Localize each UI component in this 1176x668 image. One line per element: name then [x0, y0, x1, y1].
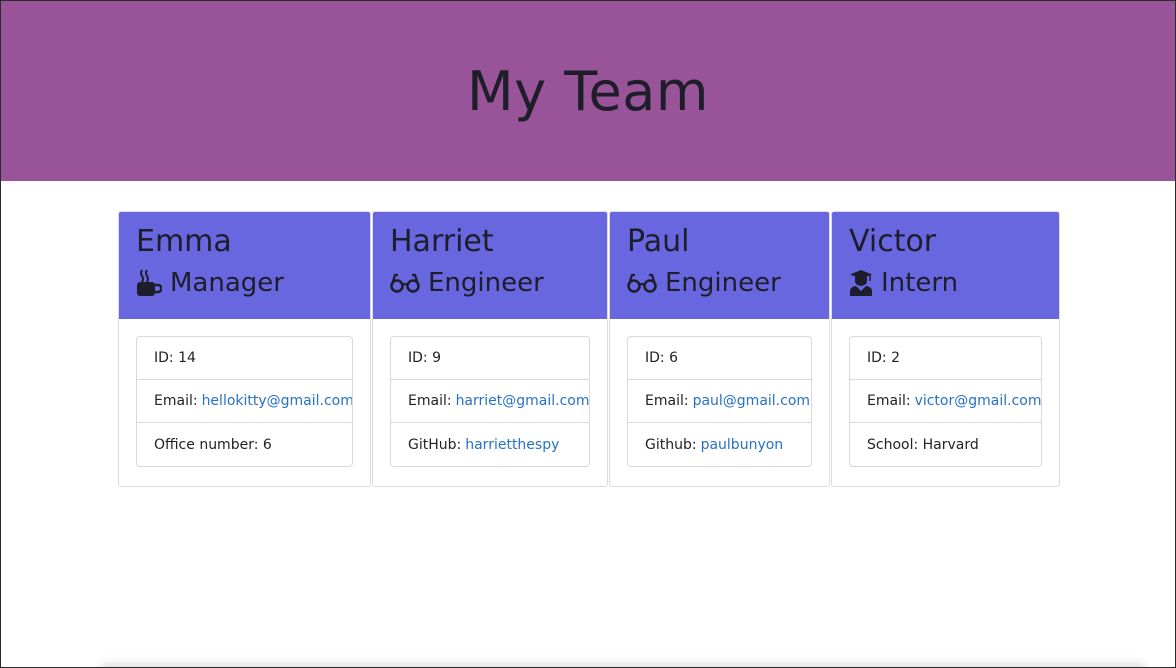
page-title: My Team — [467, 59, 709, 123]
employee-role-label: Manager — [170, 268, 284, 298]
card-header: Harriet Engineer — [373, 212, 607, 319]
employee-role-label: Intern — [881, 268, 959, 298]
employee-card-paul: Paul Engineer ID: 6 Email: paul@gmail.co… — [609, 211, 830, 487]
card-header: Paul Engineer — [610, 212, 829, 319]
employee-name: Paul — [627, 224, 690, 259]
id-value: 6 — [669, 350, 679, 366]
id-label: ID: — [408, 350, 428, 366]
email-label: Email: — [154, 393, 198, 409]
office-number-row: Office number: 6 — [137, 423, 352, 466]
email-link[interactable]: hellokitty@gmail.com — [202, 393, 352, 409]
github-link[interactable]: harrietthespy — [465, 437, 559, 453]
email-row: Email: victor@gmail.com — [850, 380, 1041, 423]
github-link[interactable]: paulbunyon — [701, 437, 784, 453]
card-header: Victor Intern — [832, 212, 1059, 319]
card-body: ID: 9 Email: harriet@gmail.com GitHub: har… — [373, 319, 607, 467]
email-row: Email: paul@gmail.com — [628, 380, 811, 423]
github-row: GitHub: harrietthespy — [391, 423, 589, 466]
id-row: ID: 6 — [628, 337, 811, 380]
employee-card-harriet: Harriet Engineer ID: 9 Email: harriet@gm… — [372, 211, 608, 487]
employee-name: Harriet — [390, 224, 494, 259]
glasses-icon — [390, 273, 420, 293]
employee-role-label: Engineer — [665, 268, 781, 298]
github-label: Github: — [645, 436, 697, 453]
details-list: ID: 6 Email: paul@gmail.com Github: paulbu… — [627, 336, 812, 467]
glasses-icon — [627, 273, 657, 293]
email-label: Email: — [408, 393, 452, 409]
employee-card-emma: Emma Manager ID: 14 Email: hellokitty@gm… — [118, 211, 371, 487]
office-number-label: Office number: — [154, 436, 259, 453]
email-label: Email: — [867, 393, 911, 409]
email-link[interactable]: victor@gmail.com — [915, 393, 1041, 409]
id-label: ID: — [645, 350, 665, 366]
employee-name: Victor — [849, 224, 937, 259]
email-link[interactable]: harriet@gmail.com — [456, 393, 589, 409]
github-row: Github: paulbunyon — [628, 423, 811, 466]
coffee-mug-icon — [137, 269, 162, 296]
employee-role-label: Engineer — [428, 268, 544, 298]
page-frame: My Team Emma Manager ID: 14 Email: hello… — [0, 0, 1176, 668]
page-header: My Team — [1, 1, 1175, 181]
employee-role: Engineer — [627, 263, 812, 303]
employee-role: Intern — [849, 263, 1042, 303]
github-label: GitHub: — [408, 436, 462, 453]
team-cards: Emma Manager ID: 14 Email: hellokitty@gm… — [118, 211, 1061, 487]
graduate-icon — [850, 270, 872, 296]
email-link[interactable]: paul@gmail.com — [693, 393, 810, 409]
card-body: ID: 2 Email: victor@gmail.com School: Har… — [832, 319, 1059, 467]
employee-role: Manager — [136, 263, 353, 303]
employee-card-victor: Victor Intern ID: 2 Email: victor@gmail.… — [831, 211, 1060, 487]
id-row: ID: 9 — [391, 337, 589, 380]
card-body: ID: 6 Email: paul@gmail.com Github: paulbu… — [610, 319, 829, 467]
school-value: Harvard — [922, 436, 979, 453]
employee-name: Emma — [136, 224, 232, 259]
card-header: Emma Manager — [119, 212, 370, 319]
details-list: ID: 14 Email: hellokitty@gmail.com Office… — [136, 336, 353, 467]
bottom-shadow — [101, 659, 1145, 667]
id-row: ID: 2 — [850, 337, 1041, 380]
id-label: ID: — [867, 350, 887, 366]
id-label: ID: — [154, 350, 174, 366]
id-value: 9 — [432, 350, 442, 366]
card-body: ID: 14 Email: hellokitty@gmail.com Office… — [119, 319, 370, 467]
id-value: 2 — [891, 350, 901, 366]
school-row: School: Harvard — [850, 423, 1041, 466]
details-list: ID: 9 Email: harriet@gmail.com GitHub: har… — [390, 336, 590, 467]
school-label: School: — [867, 436, 919, 453]
email-label: Email: — [645, 393, 689, 409]
employee-role: Engineer — [390, 263, 590, 303]
email-row: Email: harriet@gmail.com — [391, 380, 589, 423]
office-number-value: 6 — [262, 436, 272, 453]
id-row: ID: 14 — [137, 337, 352, 380]
details-list: ID: 2 Email: victor@gmail.com School: Har… — [849, 336, 1042, 467]
email-row: Email: hellokitty@gmail.com — [137, 380, 352, 423]
id-value: 14 — [178, 350, 196, 366]
